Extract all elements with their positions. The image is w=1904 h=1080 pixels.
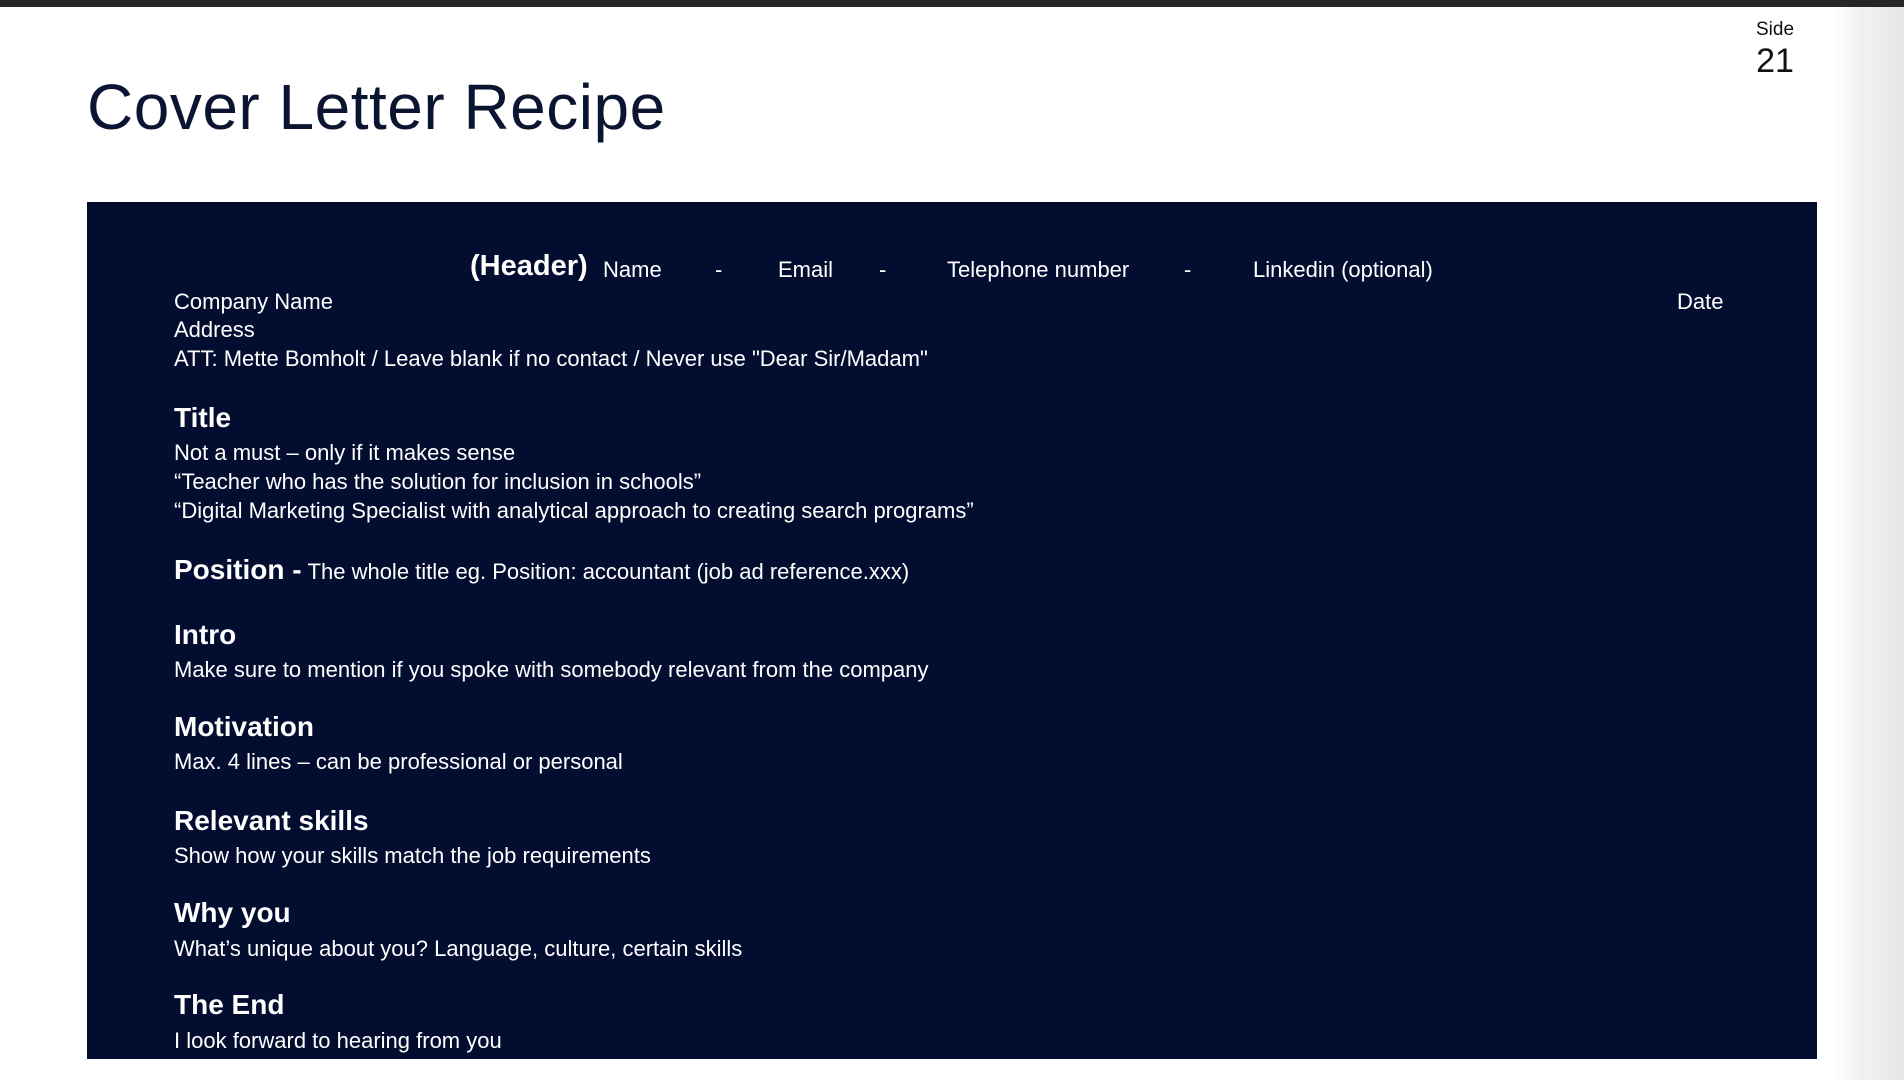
section-title-heading: Title xyxy=(174,402,232,433)
section-position-heading: Position - xyxy=(174,554,302,585)
recipe-panel: (Header) Name - Email - Telephone number… xyxy=(87,202,1817,1059)
address-field: Address xyxy=(174,317,255,342)
date-field: Date xyxy=(1677,289,1724,314)
slide-page: Side 21 Cover Letter Recipe (Header) Nam… xyxy=(0,0,1904,1080)
header-name: Name xyxy=(603,257,662,282)
section-skills-heading: Relevant skills xyxy=(174,805,369,836)
section-position: Position - The whole title eg. Position:… xyxy=(174,554,909,586)
att-line: ATT: Mette Bomholt / Leave blank if no c… xyxy=(174,346,928,371)
header-label: (Header) xyxy=(470,250,588,282)
section-intro-text: Make sure to mention if you spoke with s… xyxy=(174,657,929,682)
section-end-heading: The End xyxy=(174,989,285,1020)
header-email: Email xyxy=(778,257,834,282)
section-title-line: Not a must – only if it makes sense xyxy=(174,440,516,465)
company-name: Company Name xyxy=(174,289,333,314)
section-title-line: “Digital Marketing Specialist with analy… xyxy=(174,498,974,523)
page-edge-shadow xyxy=(1832,7,1904,1080)
header-separator: - xyxy=(879,257,887,282)
slide-title: Cover Letter Recipe xyxy=(87,71,666,143)
section-motivation-text: Max. 4 lines – can be professional or pe… xyxy=(174,749,623,774)
section-title-line: “Teacher who has the solution for inclus… xyxy=(174,469,702,494)
window-top-border xyxy=(0,0,1904,7)
section-why-text: What’s unique about you? Language, cultu… xyxy=(174,936,743,961)
section-intro-heading: Intro xyxy=(174,619,237,650)
section-position-text: The whole title eg. Position: accountant… xyxy=(307,559,910,584)
slide-number: 21 xyxy=(1756,42,1794,80)
header-separator: - xyxy=(715,257,723,282)
section-end-text: I look forward to hearing from you xyxy=(174,1028,502,1053)
section-motivation-heading: Motivation xyxy=(174,711,314,742)
slide-label: Side xyxy=(1755,19,1795,40)
section-skills-text: Show how your skills match the job requi… xyxy=(174,843,651,868)
header-telephone: Telephone number xyxy=(947,257,1130,282)
header-separator: - xyxy=(1184,257,1192,282)
section-why-heading: Why you xyxy=(174,897,291,928)
header-linkedin: Linkedin (optional) xyxy=(1253,257,1433,282)
